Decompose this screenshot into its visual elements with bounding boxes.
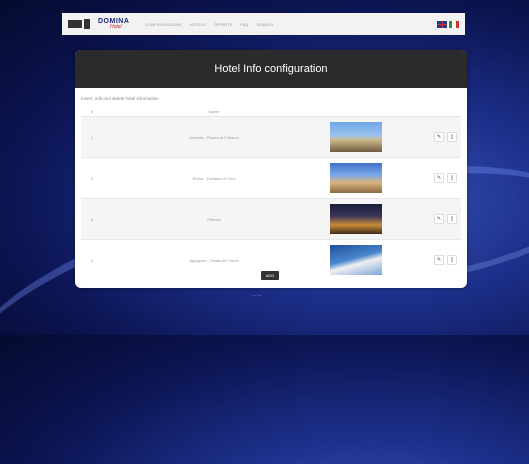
row-image — [325, 157, 387, 199]
hotel-thumbnail-agrigento — [330, 245, 382, 275]
row-image — [325, 116, 387, 158]
footer-text: — — — [252, 292, 262, 297]
logo-subtext: Hotel — [110, 24, 122, 30]
column-header-actions — [387, 106, 461, 117]
trash-icon[interactable]: ▯ — [447, 173, 457, 183]
trash-icon[interactable]: ▯ — [447, 255, 457, 265]
row-image — [325, 239, 387, 280]
column-header-name: Name — [103, 106, 325, 117]
trash-icon[interactable]: ▯ — [447, 132, 457, 142]
row-name: Venezia - Piazza di S.Marco — [103, 116, 325, 158]
nav-item-hotels[interactable]: HOTELS — [190, 22, 206, 27]
row-actions: ✎ ▯ — [387, 116, 461, 158]
table-row: 3 Firenze ✎ ▯ — [81, 198, 461, 240]
row-image — [325, 198, 387, 240]
hotel-thumbnail-venice — [330, 122, 382, 152]
edit-icon[interactable]: ✎ — [434, 132, 444, 142]
row-actions: ✎ ▯ — [387, 239, 461, 280]
add-button[interactable]: ADD — [261, 271, 279, 280]
panel-description: Insert, edit and delete hotel informatio… — [81, 96, 159, 101]
nav-item-faq[interactable]: FAQ — [240, 22, 248, 27]
edit-icon[interactable]: ✎ — [434, 214, 444, 224]
panel-title: Hotel Info configuration — [75, 50, 467, 88]
row-name: Agrigento - Scala dei Turchi — [103, 239, 325, 280]
row-actions: ✎ ▯ — [387, 198, 461, 240]
hotel-table: # Name 1 Venezia - Piazza di S.Marco ✎ ▯ … — [81, 106, 461, 280]
nav-item-offerte[interactable]: OFFERTE — [214, 22, 233, 27]
row-name: Roma - Fontana di Trevi — [103, 157, 325, 199]
top-navbar: DOMINA Hotel CONFIGURAZIONE HOTELS OFFER… — [62, 13, 465, 35]
menu-icon[interactable] — [68, 20, 82, 28]
row-actions: ✎ ▯ — [387, 157, 461, 199]
edit-icon[interactable]: ✎ — [434, 255, 444, 265]
hotel-config-panel: Hotel Info configuration Insert, edit an… — [75, 50, 467, 288]
table-row: 1 Venezia - Piazza di S.Marco ✎ ▯ — [81, 116, 461, 158]
row-number: 3 — [81, 198, 103, 240]
edit-icon[interactable]: ✎ — [434, 173, 444, 183]
language-switcher — [437, 20, 459, 28]
table-row: 2 Roma - Fontana di Trevi ✎ ▯ — [81, 157, 461, 199]
trash-icon[interactable]: ▯ — [447, 214, 457, 224]
column-header-image — [325, 106, 387, 117]
menu-icon[interactable] — [84, 19, 90, 29]
italy-flag-icon[interactable] — [449, 20, 459, 28]
nav-item-search[interactable]: SEARCH — [256, 22, 273, 27]
row-number: 4 — [81, 239, 103, 280]
hotel-thumbnail-rome — [330, 163, 382, 193]
table-header-row: # Name — [81, 106, 461, 117]
row-number: 2 — [81, 157, 103, 199]
logo[interactable]: DOMINA Hotel — [98, 18, 129, 30]
hotel-thumbnail-florence — [330, 204, 382, 234]
nav-item-configurazione[interactable]: CONFIGURAZIONE — [145, 22, 181, 27]
column-header-number: # — [81, 106, 103, 117]
nav-menu: CONFIGURAZIONE HOTELS OFFERTE FAQ SEARCH — [145, 22, 273, 27]
row-number: 1 — [81, 116, 103, 158]
uk-flag-icon[interactable] — [437, 20, 447, 28]
row-name: Firenze — [103, 198, 325, 240]
